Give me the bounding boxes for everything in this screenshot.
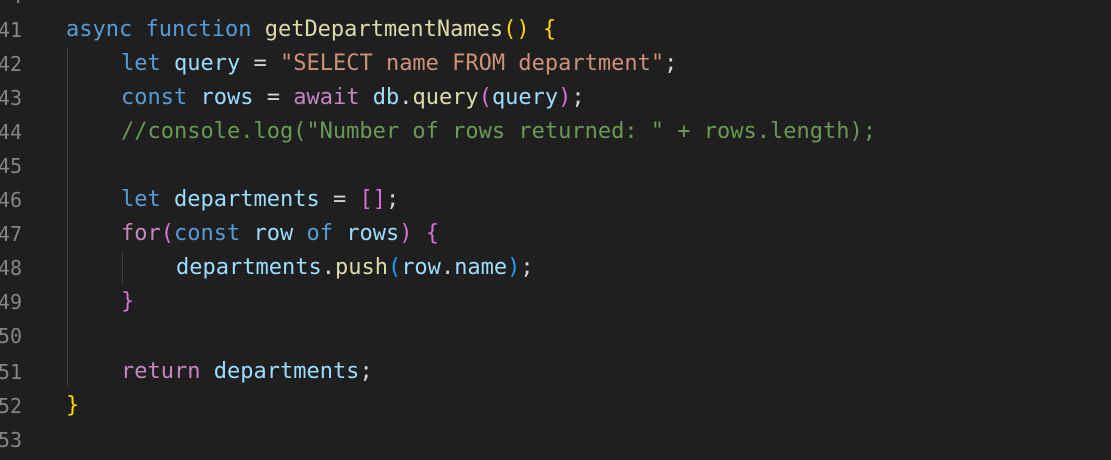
keyword-const: const xyxy=(174,221,241,246)
open-paren: ( xyxy=(478,85,492,110)
line-number: 44 xyxy=(0,120,22,144)
open-brace: { xyxy=(425,221,439,246)
dot: . xyxy=(399,85,413,110)
property-name: name xyxy=(454,255,508,280)
line-number: 46 xyxy=(0,188,22,212)
keyword-let: let xyxy=(121,51,161,76)
method-push: push xyxy=(334,255,388,280)
keyword-for: for xyxy=(121,221,161,246)
code-line-47[interactable]: for(const row of rows) { xyxy=(121,217,439,251)
keyword-return: return xyxy=(121,359,201,384)
line-number: 51 xyxy=(0,360,22,384)
line-number: 41 xyxy=(0,18,22,42)
open-paren: ( xyxy=(387,255,402,280)
line-number: 50 xyxy=(0,324,22,348)
string-literal: "SELECT name FROM department" xyxy=(279,51,665,76)
variable-departments: departments xyxy=(213,359,360,384)
semicolon: ; xyxy=(571,85,585,110)
semicolon: ; xyxy=(664,51,678,76)
line-number: 47 xyxy=(0,222,22,246)
keyword-const: const xyxy=(121,85,188,110)
variable-row: row xyxy=(401,255,441,280)
variable-rows: rows xyxy=(200,85,254,110)
close-paren: ) xyxy=(558,85,572,110)
dot: . xyxy=(440,255,455,280)
comment: //console.log("Number of rows returned: … xyxy=(121,119,876,144)
operator-assign: = xyxy=(240,51,280,76)
semicolon: ; xyxy=(520,255,534,280)
operator-assign: = xyxy=(319,187,360,212)
object-db: db xyxy=(372,85,400,110)
variable-row: row xyxy=(253,221,294,246)
code-line-48[interactable]: departments.push(row.name); xyxy=(176,251,534,285)
code-line-44[interactable]: //console.log("Number of rows returned: … xyxy=(121,115,876,149)
method-query: query xyxy=(412,85,479,110)
indent-guide xyxy=(67,47,68,387)
code-line-51[interactable]: return departments; xyxy=(121,355,373,389)
variable-departments: departments xyxy=(176,255,322,280)
operator-assign: = xyxy=(253,85,294,110)
close-paren: ) xyxy=(507,255,521,280)
line-number: 53 xyxy=(0,428,22,452)
line-number: 49 xyxy=(0,290,22,314)
variable-query: query xyxy=(174,51,241,76)
semicolon: ; xyxy=(385,187,400,212)
argument-query: query xyxy=(491,85,559,110)
open-brace: { xyxy=(542,17,557,42)
code-line-49[interactable]: } xyxy=(121,285,134,319)
array-literal: [] xyxy=(359,187,386,212)
line-number: 52 xyxy=(0,394,22,418)
line-number: 45 xyxy=(0,154,22,178)
code-line-41[interactable]: async function getDepartmentNames() { xyxy=(66,13,556,47)
code-line-43[interactable]: const rows = await db.query(query); xyxy=(121,81,585,115)
keyword-async: async xyxy=(66,17,133,42)
line-number: 4 xyxy=(10,0,22,13)
line-number: 43 xyxy=(0,86,22,110)
line-number-gutter: 4 41 42 43 44 45 46 47 48 49 50 51 52 53 xyxy=(0,0,30,460)
keyword-await: await xyxy=(293,85,360,110)
line-number: 42 xyxy=(0,52,22,76)
close-paren: ) xyxy=(399,221,413,246)
close-brace: } xyxy=(66,393,80,418)
parens: () xyxy=(503,17,530,42)
indent-guide xyxy=(122,251,123,285)
code-line-42[interactable]: let query = "SELECT name FROM department… xyxy=(121,47,677,81)
variable-departments: departments xyxy=(174,187,320,212)
semicolon: ; xyxy=(359,359,373,384)
code-line-52[interactable]: } xyxy=(66,389,79,423)
code-line-46[interactable]: let departments = []; xyxy=(121,183,399,217)
code-editor[interactable]: 4 41 42 43 44 45 46 47 48 49 50 51 52 53… xyxy=(0,0,1111,460)
variable-rows: rows xyxy=(346,221,400,246)
close-brace: } xyxy=(121,289,135,314)
function-name: getDepartmentNames xyxy=(264,17,504,42)
keyword-of: of xyxy=(306,221,333,246)
keyword-let: let xyxy=(121,187,161,212)
open-paren: ( xyxy=(160,221,174,246)
dot: . xyxy=(321,255,335,280)
keyword-function: function xyxy=(145,17,252,42)
line-number: 48 xyxy=(0,256,22,280)
